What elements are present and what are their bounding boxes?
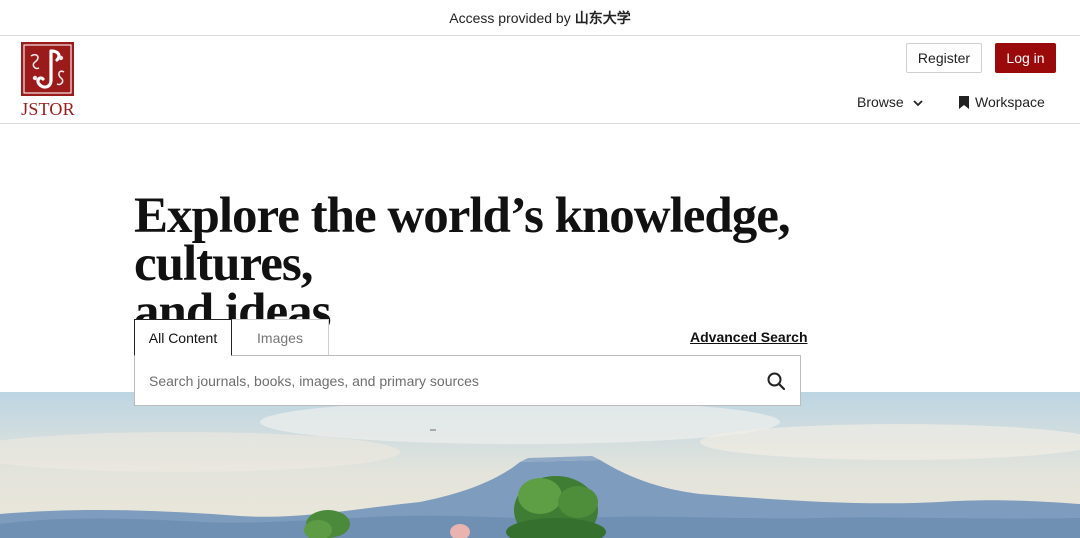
page-title-line-1: Explore the world’s knowledge, cultures, [134, 188, 791, 292]
search-icon[interactable] [766, 371, 786, 391]
access-banner: Access provided by 山东大学 [0, 0, 1080, 36]
site-header: JSTOR Register Log in Browse Workspace [0, 36, 1080, 124]
hero-landscape-image [0, 392, 1080, 538]
browse-label: Browse [857, 94, 904, 110]
tab-all-content[interactable]: All Content [134, 319, 232, 356]
institution-name: 山东大学 [574, 9, 631, 26]
jstor-logo[interactable]: JSTOR [19, 42, 77, 120]
search-input[interactable] [135, 356, 735, 405]
jstor-logo-icon [21, 42, 74, 96]
tab-images[interactable]: Images [231, 319, 329, 356]
page-title: Explore the world’s knowledge, cultures,… [134, 191, 954, 338]
browse-menu[interactable]: Browse [857, 92, 924, 112]
access-prefix: Access provided by [449, 9, 571, 26]
search-bar [134, 355, 801, 406]
bookmark-icon [959, 95, 969, 109]
login-button[interactable]: Log in [995, 43, 1056, 73]
workspace-label: Workspace [975, 94, 1045, 110]
jstor-wordmark: JSTOR [21, 99, 75, 119]
workspace-link[interactable]: Workspace [959, 92, 1045, 112]
chevron-down-icon [912, 96, 924, 108]
advanced-search-link[interactable]: Advanced Search [690, 329, 808, 345]
register-button[interactable]: Register [906, 43, 982, 73]
